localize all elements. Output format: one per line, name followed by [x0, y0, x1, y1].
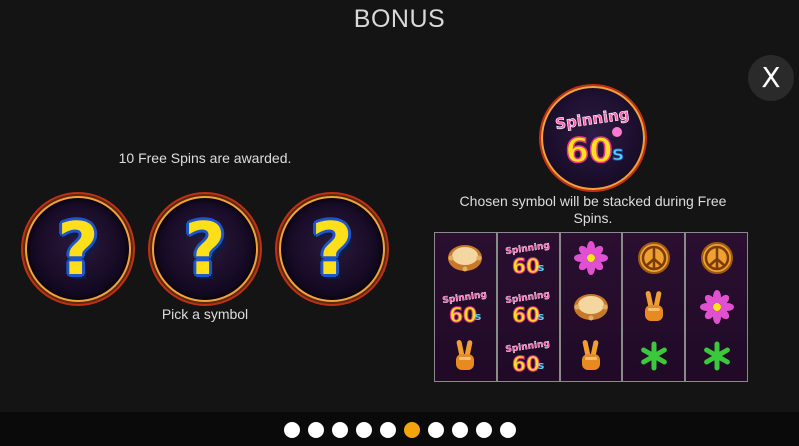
question-mark-icon: ?	[57, 207, 99, 291]
star-icon	[686, 332, 747, 381]
flower-icon	[686, 282, 747, 331]
logo-number: 60	[565, 131, 612, 171]
logo-flower-dot	[612, 127, 622, 137]
logo-icon: Spinning 60 s	[435, 282, 496, 331]
page-dot-1[interactable]	[283, 422, 300, 438]
spinning-60s-logo-badge: Spinning 60 s	[541, 86, 645, 190]
svg-text:s: s	[538, 310, 545, 323]
reel-2: Spinning 60 s Spinning 60 s Spinning 60 s	[497, 233, 561, 381]
peace-sign-icon	[623, 233, 684, 282]
peace-hand-icon	[623, 282, 684, 331]
mystery-symbol-3[interactable]: ?	[279, 196, 385, 302]
logo-suffix: s	[612, 141, 624, 165]
logo-icon: Spinning 60 s	[498, 233, 559, 282]
pick-symbol-text: Pick a symbol	[161, 306, 249, 322]
bonus-panel: BONUS X 10 Free Spins are awarded. ? ? ?…	[0, 0, 799, 412]
svg-text:60: 60	[512, 352, 540, 376]
page-title: BONUS	[353, 5, 446, 33]
tambourine-icon	[435, 233, 496, 282]
reel-1: Spinning 60 s	[435, 233, 498, 381]
page-dot-9[interactable]	[475, 422, 492, 438]
page-dot-4[interactable]	[355, 422, 372, 438]
close-button[interactable]: X	[748, 55, 794, 101]
page-dot-7[interactable]	[427, 422, 444, 438]
page-dot-2[interactable]	[307, 422, 324, 438]
svg-text:60: 60	[512, 254, 540, 278]
award-text: 10 Free Spins are awarded.	[118, 150, 292, 166]
svg-text:s: s	[538, 261, 545, 274]
logo-icon: Spinning 60 s	[498, 332, 559, 381]
mystery-symbol-1[interactable]: ?	[25, 196, 131, 302]
peace-hand-icon	[435, 332, 496, 381]
page-dot-3[interactable]	[331, 422, 348, 438]
peace-hand-icon	[561, 332, 622, 381]
page-indicator	[0, 422, 799, 438]
page-dot-10[interactable]	[499, 422, 516, 438]
question-mark-icon: ?	[184, 207, 226, 291]
peace-sign-icon	[686, 233, 747, 282]
mystery-symbol-2[interactable]: ?	[152, 196, 258, 302]
logo-icon: Spinning 60 s	[498, 282, 559, 331]
page-dot-5[interactable]	[379, 422, 396, 438]
flower-icon	[561, 233, 622, 282]
chosen-symbol-text: Chosen symbol will be stacked during Fre…	[459, 193, 727, 226]
question-mark-icon: ?	[311, 207, 353, 291]
tambourine-icon	[561, 282, 622, 331]
reel-3	[560, 233, 624, 381]
page-dot-8[interactable]	[451, 422, 468, 438]
svg-text:s: s	[538, 359, 545, 372]
reels-grid: Spinning 60 s Spinning 60 s Spinning 60 s Spinnin…	[434, 232, 748, 382]
svg-text:s: s	[475, 310, 482, 323]
reel-5	[686, 233, 747, 381]
spinning-60s-logo-icon: Spinning 60 s	[554, 105, 631, 172]
star-icon	[623, 332, 684, 381]
svg-text:60: 60	[512, 303, 540, 327]
page-dot-6[interactable]	[403, 422, 420, 438]
svg-text:60: 60	[449, 303, 477, 327]
reel-4	[623, 233, 687, 381]
